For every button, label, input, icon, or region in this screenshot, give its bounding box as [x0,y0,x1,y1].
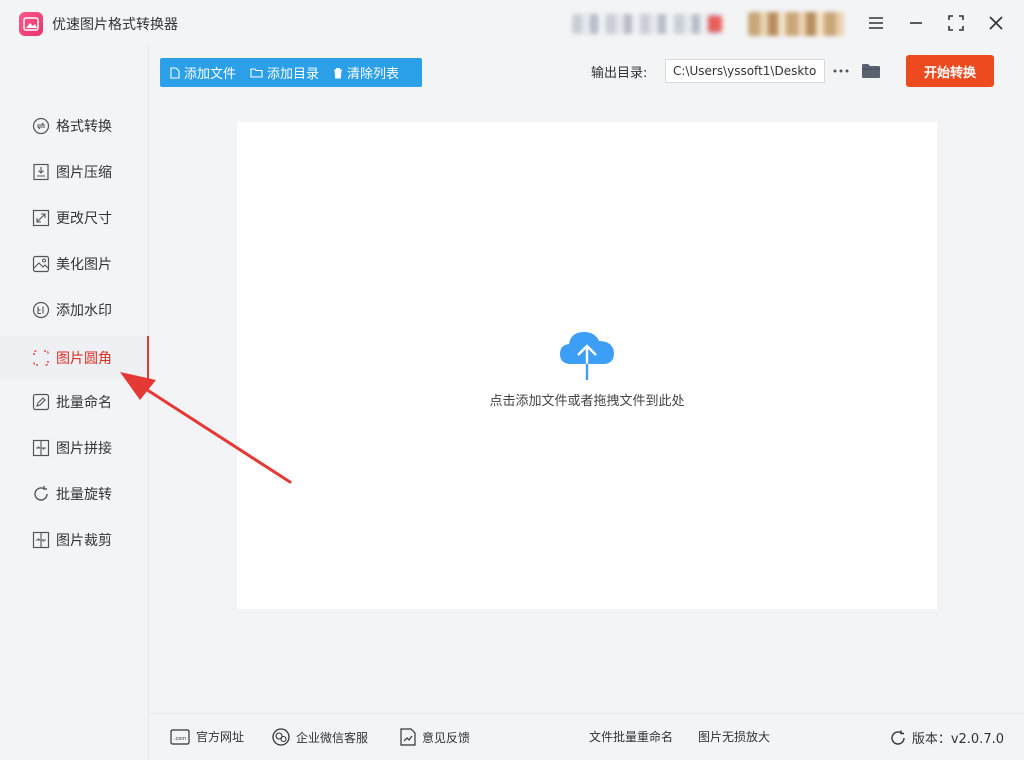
sidebar-item-label: 更改尺寸 [56,211,112,227]
sidebar-item-resize[interactable]: 更改尺寸 [0,196,149,240]
rotate-icon [32,485,50,503]
compress-icon [32,163,50,181]
folder-outline-icon [250,68,263,78]
watermark-icon [32,301,50,319]
drop-hint-text: 点击添加文件或者拖拽文件到此处 [489,394,685,409]
sidebar-item-label: 图片压缩 [56,165,112,181]
stitch-icon [32,439,50,457]
sidebar-item-compress[interactable]: 图片压缩 [0,150,149,194]
add-file-label: 添加文件 [184,67,237,82]
cloud-upload-icon [560,332,614,380]
sidebar-item-stitch[interactable]: 图片拼接 [0,426,149,470]
feedback-link[interactable]: 意见反馈 [400,728,470,746]
batch-rename-link[interactable]: 文件批量重命名 [589,728,673,745]
rename-icon [32,393,50,411]
wechat-support-link[interactable]: 企业微信客服 [272,728,368,746]
blurred-avatar [748,12,844,36]
feedback-icon [400,728,416,746]
blurred-user-info [572,14,722,34]
sidebar-item-label: 图片圆角 [56,351,112,367]
convert-icon [32,117,50,135]
menu-button[interactable] [862,10,890,36]
minimize-button[interactable] [902,10,930,36]
sidebar-item-label: 添加水印 [56,303,112,319]
app-title: 优速图片格式转换器 [52,17,178,33]
file-icon [170,66,180,79]
menu-icon [869,17,883,29]
app-logo-icon [19,12,43,36]
lossless-enlarge-link[interactable]: 图片无损放大 [698,728,770,745]
folder-icon [862,64,880,78]
maximize-icon [948,15,964,31]
sidebar-item-label: 美化图片 [56,257,112,273]
website-label: 官方网址 [196,730,245,744]
sidebar-item-rounded-corner[interactable]: 图片圆角 [0,336,149,380]
more-horizontal-icon [833,69,849,73]
sidebar-item-batch-rename[interactable]: 批量命名 [0,380,149,424]
close-icon [989,16,1003,30]
feedback-label: 意见反馈 [422,730,471,745]
minimize-icon [910,22,922,24]
sidebar: 格式转换 图片压缩 更改尺寸 美化图片 添加水印 图片圆角 批量命名 图片拼接 … [0,46,149,760]
sidebar-item-watermark[interactable]: 添加水印 [0,288,149,332]
sidebar-item-rotate[interactable]: 批量旋转 [0,472,149,516]
sidebar-item-format-convert[interactable]: 格式转换 [0,104,149,148]
rounded-corner-icon [32,349,50,367]
output-dir-label: 输出目录: [591,66,648,81]
add-folder-label: 添加目录 [267,67,320,82]
crop-icon [32,531,50,549]
sidebar-item-label: 格式转换 [56,119,112,135]
sidebar-item-label: 图片拼接 [56,441,112,457]
beautify-icon [32,255,50,273]
sidebar-item-beautify[interactable]: 美化图片 [0,242,149,286]
version-label: 版本：v2.0.7.0 [911,732,1004,747]
title-bar: 优速图片格式转换器 [0,0,1024,46]
footer-bar: .com 官方网址 企业微信客服 意见反馈 文件批量重命名 图片无损放大 版本：… [150,713,1024,760]
svg-text:.com: .com [174,736,186,742]
sidebar-item-label: 批量命名 [56,395,112,411]
add-folder-button[interactable]: 添加目录 [250,63,319,82]
wechat-support-label: 企业微信客服 [296,730,369,745]
wechat-icon [272,728,290,746]
clear-list-button[interactable]: 清除列表 [333,63,399,82]
website-icon: .com [170,728,190,745]
version-info[interactable]: 版本：v2.0.7.0 [890,728,1004,747]
sidebar-item-crop[interactable]: 图片裁剪 [0,518,149,562]
file-drop-zone[interactable]: 点击添加文件或者拖拽文件到此处 [237,122,937,609]
start-convert-button[interactable]: 开始转换 [906,55,994,87]
sidebar-item-label: 批量旋转 [56,487,112,503]
browse-more-button[interactable] [831,60,851,82]
clear-list-label: 清除列表 [347,67,400,82]
output-dir-input[interactable] [665,59,825,83]
sidebar-item-label: 图片裁剪 [56,533,112,549]
maximize-button[interactable] [942,10,970,36]
resize-icon [32,209,50,227]
open-folder-button[interactable] [859,60,883,82]
refresh-icon [891,730,905,745]
file-toolbar: 添加文件 添加目录 清除列表 [160,58,422,87]
trash-icon [334,67,343,78]
add-file-button[interactable]: 添加文件 [170,63,236,82]
close-button[interactable] [982,10,1010,36]
website-link[interactable]: .com 官方网址 [170,728,244,745]
